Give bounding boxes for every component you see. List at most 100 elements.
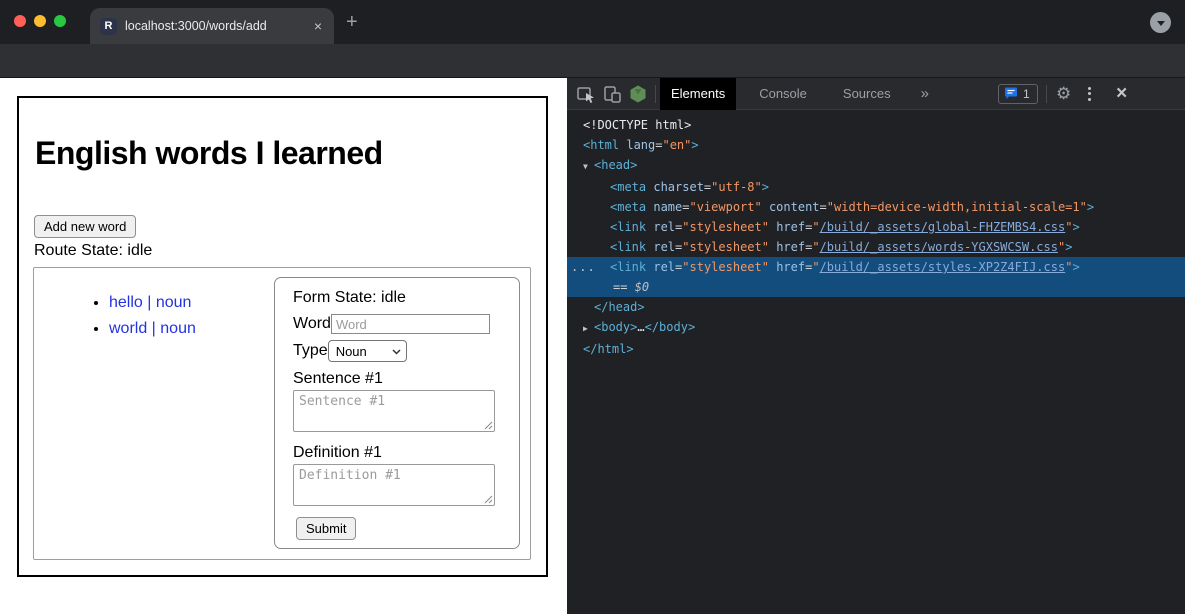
code-token-attr: name [646,200,682,214]
code-token-attr: href [769,220,805,234]
tab-sources[interactable]: Sources [832,78,902,110]
word-list: hello | noun world | noun [53,294,196,346]
word-link-hello[interactable]: hello | noun [109,294,191,311]
speech-bubble-icon [1004,87,1018,100]
code-token-attr: charset [646,180,704,194]
type-select-value: Noun [336,344,367,359]
code-token-tag: > [762,180,769,194]
tab-search-button[interactable] [1150,12,1171,33]
word-link-world[interactable]: world | noun [109,320,196,337]
issues-badge[interactable]: 1 [998,84,1038,104]
code-token-tag: > [691,138,698,152]
devtools-menu-icon[interactable] [1077,81,1103,107]
tab-console[interactable]: Console [748,78,818,110]
words-container: hello | noun world | noun Form State: id… [33,267,531,560]
code-token-tag: <meta [610,200,646,214]
resize-grip-icon[interactable] [484,421,493,430]
code-token-plain: … [637,320,644,334]
dom-tree-line[interactable]: <meta name="viewport" content="width=dev… [567,197,1185,217]
tab-elements[interactable]: Elements [660,78,736,110]
code-token-val: "stylesheet" [682,260,769,274]
code-token-link[interactable]: /build/_assets/global-FHZEMBS4.css [820,220,1066,234]
dom-tree-line[interactable]: ▶<body>…</body> [567,317,1185,339]
dom-tree-line[interactable]: </html> [567,339,1185,359]
dom-tree-line[interactable]: <meta charset="utf-8"> [567,177,1185,197]
dom-tree-line[interactable]: <link rel="stylesheet" href="/build/_ass… [567,217,1185,237]
code-token-tag: <link [610,260,646,274]
word-label: Word [293,315,331,333]
remix-favicon-icon: R [100,18,117,35]
browser-window: R localhost:3000/words/add × + ← → local… [0,0,1185,614]
tab-strip: R localhost:3000/words/add × + [0,0,1185,44]
sentence-label: Sentence #1 [293,370,383,388]
dom-tree-line[interactable]: == $0 [567,277,1185,297]
definition-label: Definition #1 [293,444,382,462]
code-token-tag: > [1065,240,1072,254]
device-toolbar-icon[interactable] [599,81,625,107]
dom-tree-line[interactable]: <html lang="en"> [567,135,1185,155]
code-token-link[interactable]: /build/_assets/words-YGXSWCSW.css [820,240,1058,254]
type-select[interactable]: Noun [328,340,407,362]
code-token-val: "stylesheet" [682,220,769,234]
code-token-val: "viewport" [689,200,761,214]
code-token-attr: content [762,200,820,214]
resize-grip-icon[interactable] [484,495,493,504]
dom-tree-line[interactable]: </head> [567,297,1185,317]
code-token-attr: href [769,240,805,254]
code-token-tag: <head> [594,158,637,172]
dom-tree-line[interactable]: ...<link rel="stylesheet" href="/build/_… [567,257,1185,277]
code-token-val: "stylesheet" [682,240,769,254]
zoom-window-button[interactable] [54,15,66,27]
definition-textarea[interactable] [293,464,495,506]
more-tabs-icon[interactable]: » [910,78,940,110]
elements-dom-tree: <!DOCTYPE html><html lang="en">▼<head><m… [567,111,1185,614]
submit-button[interactable]: Submit [296,517,356,540]
chevron-down-icon [392,349,401,355]
browser-tab[interactable]: R localhost:3000/words/add × [90,8,334,44]
page-title: English words I learned [35,135,383,172]
close-devtools-icon[interactable]: × [1109,81,1135,107]
devtools-toolbar: Elements Console Sources » 1 ⚙ × [567,78,1185,110]
word-input[interactable] [331,314,490,334]
code-token-tag: <body> [594,320,637,334]
dom-tree-line[interactable]: <link rel="stylesheet" href="/build/_ass… [567,237,1185,257]
code-token-val: "en" [662,138,691,152]
issues-count: 1 [1023,87,1030,101]
address-toolbar: ← → localhost:3000/words/add [0,44,1185,78]
code-token-eq: == [613,280,635,294]
code-token-tag: > [1087,200,1094,214]
code-token-attr: rel [646,240,675,254]
code-token-tag: > [1072,260,1079,274]
toolbar-divider [655,85,656,103]
vue-devtools-extension-icon[interactable] [625,81,651,107]
expand-arrow-icon[interactable]: ▶ [583,319,594,339]
add-new-word-button[interactable]: Add new word [34,215,136,238]
code-token-attr: href [769,260,805,274]
dom-tree-line[interactable]: <!DOCTYPE html> [567,115,1185,135]
inspect-element-icon[interactable] [573,81,599,107]
dom-tree-line[interactable]: ▼<head> [567,155,1185,177]
toolbar-divider [1046,85,1047,103]
code-token-tag: <link [610,220,646,234]
close-window-button[interactable] [14,15,26,27]
list-item: world | noun [109,320,196,338]
code-token-link[interactable]: /build/_assets/styles-XP2Z4FIJ.css [820,260,1066,274]
new-tab-button[interactable]: + [346,12,358,32]
code-token-eq: = [820,200,827,214]
tab-close-icon[interactable]: × [312,18,324,34]
form-state-text: Form State: idle [293,289,406,307]
code-token-tag: <link [610,240,646,254]
code-token-tag: > [1072,220,1079,234]
list-item: hello | noun [109,294,196,312]
settings-gear-icon[interactable]: ⚙ [1051,81,1077,107]
collapse-arrow-icon[interactable]: ▼ [583,157,594,177]
minimize-window-button[interactable] [34,15,46,27]
tab-title: localhost:3000/words/add [125,19,304,33]
web-page: English words I learned Add new word Rou… [0,78,567,614]
route-state-text: Route State: idle [34,242,152,260]
sentence-textarea[interactable] [293,390,495,432]
chevron-down-icon [1157,21,1165,26]
node-options-icon[interactable]: ... [571,257,596,277]
code-token-val: "utf-8" [711,180,762,194]
code-token-tag: </head> [594,300,645,314]
